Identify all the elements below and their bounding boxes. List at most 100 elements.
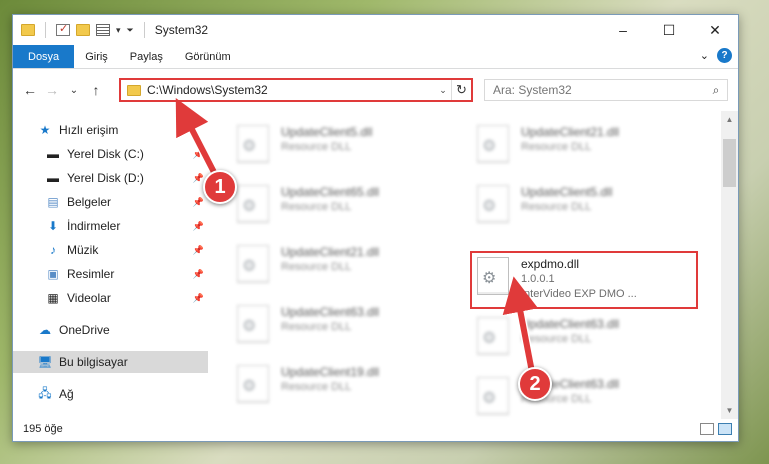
sidebar-item-label: Ağ [59, 387, 74, 401]
dll-file-icon [477, 185, 509, 223]
ribbon-tabs: Dosya Giriş Paylaş Görünüm ⌄ ? [13, 45, 738, 69]
file-type: Resource DLL [281, 141, 352, 153]
close-button[interactable]: ✕ [692, 15, 738, 45]
dll-file-icon [237, 305, 269, 343]
search-box[interactable]: ⌕ [484, 79, 728, 101]
sidebar-item-this-pc[interactable]: 🖥 Bu bilgisayar [13, 351, 208, 373]
cloud-icon: ☁ [39, 323, 51, 337]
tab-file[interactable]: Dosya [13, 45, 75, 68]
sidebar-item-onedrive[interactable]: ☁ OneDrive [13, 319, 208, 341]
tiles-view-icon[interactable] [718, 423, 732, 435]
expand-ribbon-icon[interactable]: ⌄ [700, 49, 709, 62]
sidebar-item-local-disk-d[interactable]: ▬ Yerel Disk (D:) 📌 [13, 167, 208, 189]
properties-check-icon[interactable] [56, 22, 70, 36]
chevron-down-icon[interactable]: ▾ [116, 25, 121, 36]
file-item[interactable]: UpdateClient63.dll Resource DLL [471, 311, 691, 365]
videos-icon: ▦ [47, 291, 59, 305]
file-name: UpdateClient19.dll [281, 365, 380, 379]
sidebar-item-pictures[interactable]: ▣ Resimler 📌 [13, 263, 208, 285]
computer-icon: 🖥 [37, 355, 53, 369]
sidebar-item-downloads[interactable]: ⬇ İndirmeler 📌 [13, 215, 208, 237]
file-item[interactable]: UpdateClient63.dll Resource DLL [471, 371, 691, 419]
folder-icon [127, 84, 141, 96]
forward-button[interactable]: → [41, 82, 63, 98]
tab-share[interactable]: Paylaş [119, 45, 174, 68]
file-type: Resource DLL [281, 261, 352, 273]
file-type: Resource DLL [281, 321, 352, 333]
file-name: UpdateClient5.dll [281, 125, 373, 139]
scroll-thumb[interactable] [723, 139, 736, 187]
sidebar-item-label: Videolar [67, 291, 111, 305]
back-button[interactable]: ← [19, 82, 41, 98]
pin-icon: 📌 [192, 196, 204, 207]
scroll-up-icon[interactable]: ▲ [721, 111, 738, 128]
sidebar-item-label: Yerel Disk (C:) [67, 147, 144, 161]
view-buttons [700, 423, 732, 435]
dll-file-icon [237, 245, 269, 283]
pin-icon: 📌 [192, 148, 204, 159]
star-icon: ★ [39, 123, 51, 137]
separator [45, 22, 46, 38]
file-type: Resource DLL [521, 201, 592, 213]
dll-file-icon [237, 125, 269, 163]
refresh-button[interactable]: ↻ [451, 80, 471, 100]
sidebar-item-network[interactable]: 🖧 Ağ [13, 383, 208, 405]
vertical-scrollbar[interactable]: ▲ ▼ [721, 111, 738, 419]
network-icon: 🖧 [38, 385, 52, 400]
file-item[interactable]: UpdateClient5.dll Resource DLL [231, 119, 451, 173]
sidebar-item-label: Yerel Disk (D:) [67, 171, 144, 185]
address-dropdown-icon[interactable]: ⌄ [435, 85, 451, 96]
file-item[interactable]: UpdateClient21.dll Resource DLL [471, 119, 691, 173]
sidebar-item-label: Resimler [67, 267, 115, 281]
download-icon: ⬇ [47, 219, 59, 233]
pin-icon: 📌 [192, 244, 204, 255]
file-item[interactable]: UpdateClient21.dll Resource DLL [231, 239, 451, 293]
new-folder-icon[interactable] [76, 24, 90, 36]
file-name: UpdateClient63.dll [521, 317, 620, 331]
search-icon[interactable]: ⌕ [705, 83, 727, 98]
sidebar-item-videos[interactable]: ▦ Videolar 📌 [13, 287, 208, 309]
customize-quick-access-icon[interactable]: ⏷ [127, 25, 134, 36]
sidebar-item-local-disk-c[interactable]: ▬ Yerel Disk (C:) 📌 [13, 143, 208, 165]
pictures-icon: ▣ [47, 267, 59, 281]
quick-access-toolbar: ▾ ⏷ [13, 22, 149, 38]
file-item[interactable]: UpdateClient65.dll Resource DLL [231, 179, 451, 233]
sidebar-item-music[interactable]: ♪ Müzik 📌 [13, 239, 208, 261]
file-item[interactable]: UpdateClient63.dll Resource DLL [231, 299, 451, 353]
folder-icon [21, 24, 35, 36]
drive-icon: ▬ [47, 147, 59, 161]
file-type: Resource DLL [281, 381, 352, 393]
address-path[interactable]: C:\Windows\System32 [147, 83, 435, 97]
file-item[interactable]: UpdateClient19.dll Resource DLL [231, 359, 451, 413]
file-type: Resource DLL [521, 141, 592, 153]
dll-file-icon [477, 317, 509, 355]
pin-icon: 📌 [192, 268, 204, 279]
address-bar[interactable]: C:\Windows\System32 ⌄ ↻ [119, 78, 473, 102]
sidebar-item-quick-access[interactable]: ★ Hızlı erişim [13, 119, 208, 141]
dll-file-icon [477, 125, 509, 163]
minimize-button[interactable]: – [600, 15, 646, 45]
pin-icon: 📌 [192, 220, 204, 231]
file-name: UpdateClient65.dll [281, 185, 380, 199]
up-button[interactable]: ↑ [85, 82, 107, 98]
help-icon[interactable]: ? [717, 48, 732, 63]
file-item[interactable]: UpdateClient5.dll Resource DLL [471, 179, 691, 233]
tab-view[interactable]: Görünüm [174, 45, 242, 68]
sidebar-item-label: Müzik [67, 243, 99, 257]
pin-icon: 📌 [192, 292, 204, 303]
tab-home[interactable]: Giriş [74, 45, 119, 68]
details-view-icon[interactable] [700, 423, 714, 435]
navigation-bar: ← → ⌄ ↑ C:\Windows\System32 ⌄ ↻ ⌕ [13, 70, 738, 110]
maximize-button[interactable]: ☐ [646, 15, 692, 45]
highlight-box [470, 251, 698, 309]
file-list: UpdateClient5.dll Resource DLL UpdateCli… [209, 111, 724, 419]
status-bar: 195 öğe [13, 417, 738, 441]
drive-icon: ▬ [47, 171, 59, 185]
search-input[interactable] [493, 83, 705, 97]
sidebar-item-documents[interactable]: ▤ Belgeler 📌 [13, 191, 208, 213]
window-title: System32 [154, 23, 209, 37]
customize-toolbar-icon[interactable] [96, 24, 110, 36]
file-name: UpdateClient63.dll [281, 305, 380, 319]
sidebar-item-label: Bu bilgisayar [59, 355, 128, 369]
recent-locations-button[interactable]: ⌄ [63, 85, 85, 96]
